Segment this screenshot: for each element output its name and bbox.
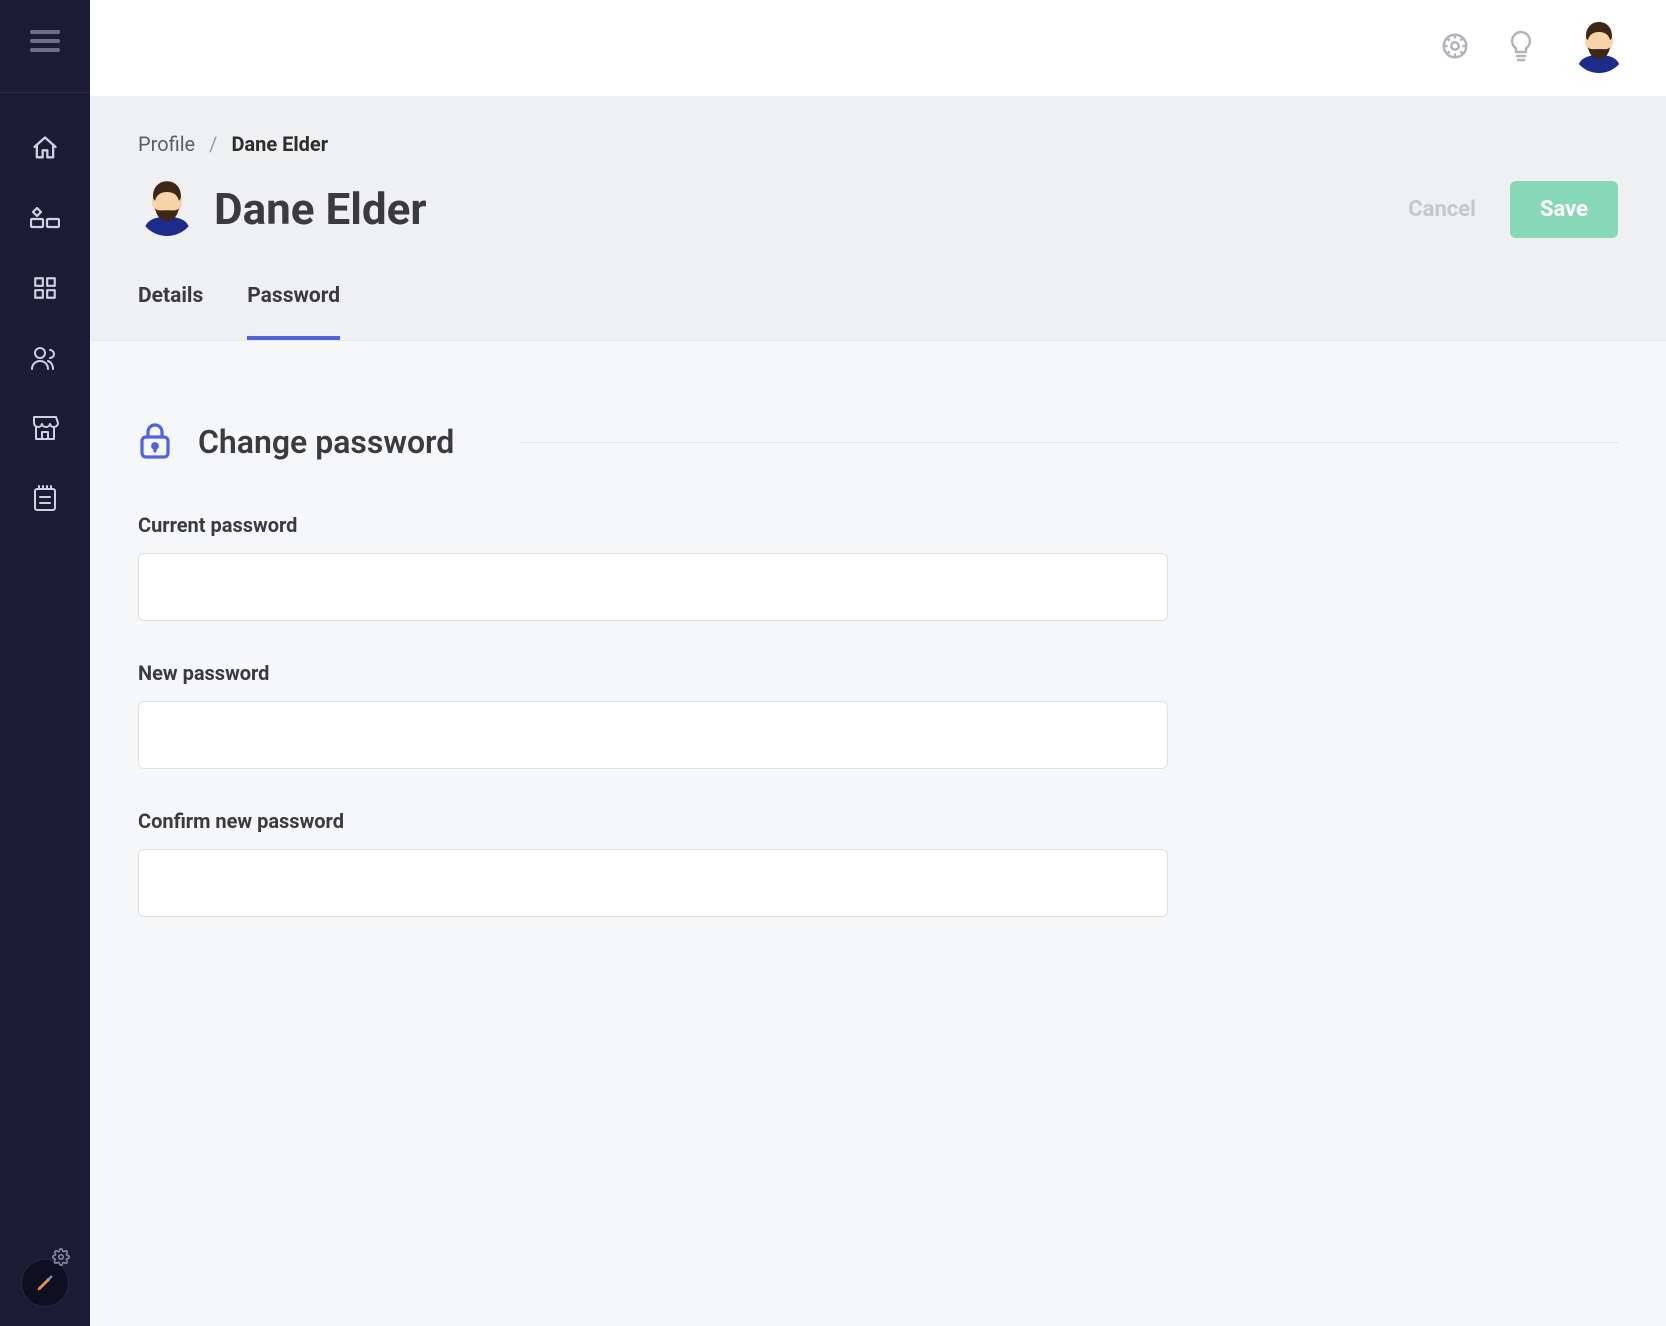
password-form: Current password New password Confirm ne… bbox=[138, 513, 1168, 917]
sidebar-item-grid[interactable] bbox=[0, 253, 90, 323]
confirm-password-label: Confirm new password bbox=[138, 809, 1168, 833]
page-header: Profile / Dane Elder Dane Elder Can bbox=[90, 96, 1666, 341]
page-title: Dane Elder bbox=[214, 183, 427, 235]
lock-icon bbox=[138, 421, 172, 463]
profile-avatar-icon bbox=[138, 178, 196, 240]
section-rule bbox=[520, 442, 1618, 443]
cancel-button[interactable]: Cancel bbox=[1408, 197, 1476, 222]
sidebar-item-people[interactable] bbox=[0, 323, 90, 393]
gear-small-icon[interactable] bbox=[52, 1248, 70, 1266]
breadcrumb-separator: / bbox=[209, 132, 217, 156]
confirm-password-input[interactable] bbox=[138, 849, 1168, 917]
tab-details[interactable]: Details bbox=[138, 284, 203, 340]
breadcrumb: Profile / Dane Elder bbox=[138, 132, 1618, 156]
topbar bbox=[90, 0, 1666, 96]
sidebar-divider bbox=[0, 92, 90, 93]
main: Profile / Dane Elder Dane Elder Can bbox=[90, 0, 1666, 1326]
breadcrumb-current: Dane Elder bbox=[231, 132, 328, 156]
section-heading: Change password bbox=[138, 421, 1618, 463]
clipboard-icon bbox=[32, 484, 58, 512]
breadcrumb-profile-link[interactable]: Profile bbox=[138, 132, 195, 156]
grid-icon bbox=[32, 275, 58, 301]
tabs: Details Password bbox=[138, 284, 1618, 340]
user-avatar-button[interactable] bbox=[1572, 19, 1626, 77]
section-title: Change password bbox=[198, 423, 454, 461]
blocks-icon bbox=[30, 207, 60, 229]
new-password-input[interactable] bbox=[138, 701, 1168, 769]
sidebar-item-store[interactable] bbox=[0, 393, 90, 463]
idea-button[interactable] bbox=[1508, 30, 1534, 66]
sidebar-item-clipboard[interactable] bbox=[0, 463, 90, 533]
gear-icon bbox=[1440, 31, 1470, 65]
sidebar-item-home[interactable] bbox=[0, 113, 90, 183]
sidebar bbox=[0, 0, 90, 1326]
store-icon bbox=[31, 415, 59, 441]
settings-button[interactable] bbox=[1440, 31, 1470, 65]
tab-password[interactable]: Password bbox=[247, 284, 340, 340]
save-button[interactable]: Save bbox=[1510, 181, 1618, 238]
home-icon bbox=[31, 134, 59, 162]
fab-button[interactable] bbox=[22, 1260, 68, 1306]
lightbulb-icon bbox=[1508, 30, 1534, 66]
header-actions: Cancel Save bbox=[1408, 181, 1618, 238]
menu-icon[interactable] bbox=[30, 30, 60, 52]
current-password-label: Current password bbox=[138, 513, 1168, 537]
sidebar-item-blocks[interactable] bbox=[0, 183, 90, 253]
avatar-icon bbox=[1572, 19, 1626, 77]
current-password-input[interactable] bbox=[138, 553, 1168, 621]
content: Change password Current password New pas… bbox=[90, 341, 1666, 1326]
people-icon bbox=[30, 345, 60, 371]
pencil-icon bbox=[35, 1273, 55, 1293]
new-password-label: New password bbox=[138, 661, 1168, 685]
